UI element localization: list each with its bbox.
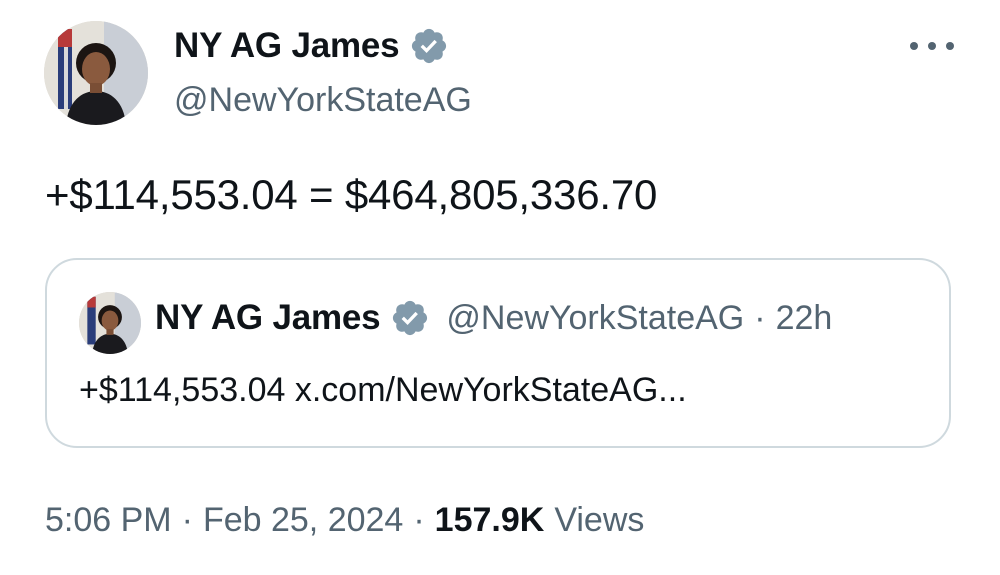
verified-badge-icon <box>390 298 430 338</box>
quoted-tweet-text: +$114,553.04 x.com/NewYorkStateAG... <box>79 371 687 409</box>
tweet-date[interactable]: Feb 25, 2024 <box>203 498 403 542</box>
quoted-author-name: NY AG James <box>155 298 381 337</box>
views-label: Views <box>554 501 645 539</box>
quoted-author-handle: @NewYorkStateAG <box>446 299 745 337</box>
tweet: NY AG James @NewYorkStateAG +$114,553.04… <box>0 0 1000 575</box>
quoted-tweet[interactable]: NY AG James @NewYorkStateAG · 22h +$114,… <box>45 258 951 448</box>
quoted-tweet-time[interactable]: 22h <box>776 298 833 338</box>
author-avatar[interactable] <box>44 21 148 125</box>
verified-badge-icon <box>409 26 449 66</box>
tweet-text: +$114,553.04 = $464,805,336.70 <box>45 171 658 218</box>
author-name-text: NY AG James <box>174 26 400 65</box>
author-display-name[interactable]: NY AG James <box>174 26 449 66</box>
quoted-author-avatar <box>79 292 141 354</box>
separator-dot: · <box>754 299 766 337</box>
more-options-icon[interactable] <box>910 32 954 60</box>
tweet-meta: 5:06 PM · Feb 25, 2024 · 157.9K Views <box>45 498 644 542</box>
separator-dot: · <box>413 501 425 539</box>
separator-dot: · <box>181 501 193 539</box>
author-handle[interactable]: @NewYorkStateAG <box>174 80 472 120</box>
views-count: 157.9K <box>434 501 545 539</box>
quoted-tweet-header: NY AG James @NewYorkStateAG · 22h <box>155 298 832 338</box>
tweet-time[interactable]: 5:06 PM <box>45 498 172 542</box>
